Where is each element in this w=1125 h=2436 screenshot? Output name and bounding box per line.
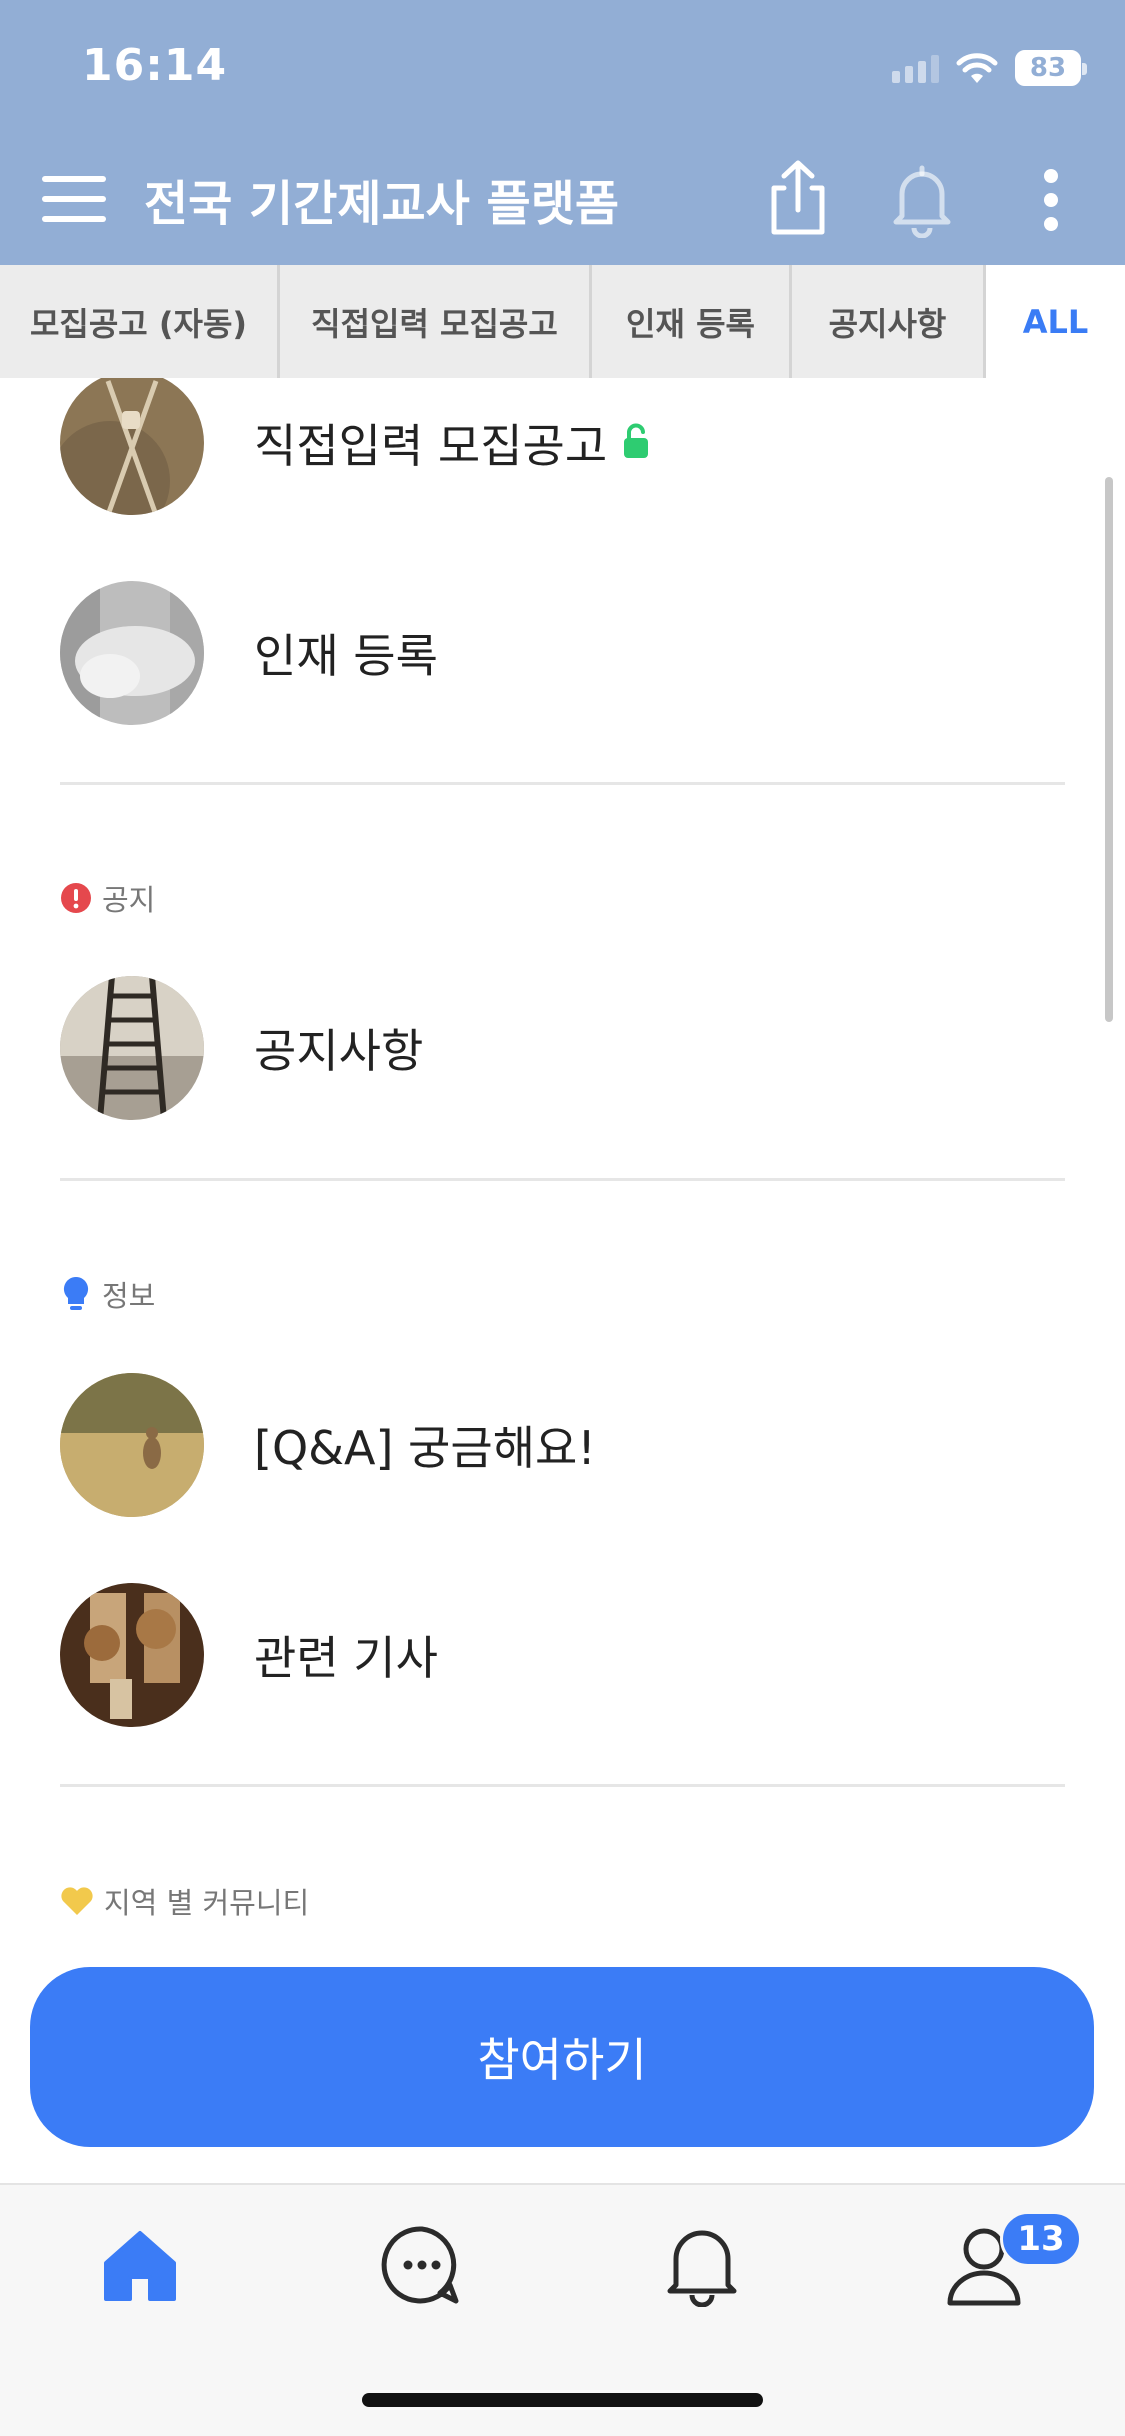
tab-manual-recruit[interactable]: 직접입력 모집공고 <box>280 265 592 378</box>
list-item-news[interactable]: 관련 기사 <box>60 1582 438 1728</box>
wifi-icon <box>956 53 998 83</box>
chat-icon[interactable] <box>372 2215 472 2315</box>
alert-icon <box>61 883 91 913</box>
lightbulb-icon <box>63 1276 89 1310</box>
scrollbar[interactable] <box>1105 477 1113 1022</box>
list-item-label: 직접입력 모집공고 <box>254 419 608 473</box>
list-item-label: [Q&A] 궁금해요! <box>254 1421 596 1475</box>
app-header: 16:14 83 전국 기간제교사 플랫폼 <box>0 0 1125 265</box>
board-avatar <box>60 1373 204 1517</box>
home-icon[interactable] <box>90 2215 190 2315</box>
section-divider <box>60 782 1065 785</box>
join-button[interactable]: 참여하기 <box>30 1967 1094 2147</box>
battery-icon: 83 <box>1015 50 1087 86</box>
section-divider <box>60 1784 1065 1787</box>
share-icon[interactable] <box>762 158 834 238</box>
tab-all[interactable]: ALL <box>986 265 1125 378</box>
list-item-notices[interactable]: 공지사항 <box>60 975 423 1121</box>
bell-icon[interactable] <box>886 158 958 239</box>
section-header-community: 지역 별 커뮤니티 <box>60 1880 309 1922</box>
notification-bell-icon[interactable] <box>652 2215 752 2315</box>
more-options-icon[interactable] <box>1026 158 1076 238</box>
category-tabs: 모집공고 (자동) 직접입력 모집공고 인재 등록 공지사항 ALL <box>0 265 1125 378</box>
list-item-label: 관련 기사 <box>254 1631 438 1685</box>
status-time: 16:14 <box>82 40 228 91</box>
cellular-signal-icon <box>892 53 939 83</box>
status-icons: 83 <box>892 46 1087 90</box>
board-avatar <box>60 378 204 515</box>
board-avatar <box>60 976 204 1120</box>
heart-icon <box>61 1887 93 1915</box>
list-item-manual-recruit[interactable]: 직접입력 모집공고 <box>60 378 651 516</box>
section-header-info: 정보 <box>60 1273 155 1315</box>
tab-auto-recruit[interactable]: 모집공고 (자동) <box>0 265 280 378</box>
section-header-notice: 공지 <box>60 877 155 919</box>
list-item-label: 공지사항 <box>254 1024 424 1078</box>
list-item-qna[interactable]: [Q&A] 궁금해요! <box>60 1372 596 1518</box>
board-avatar <box>60 1583 204 1727</box>
profile-badge: 13 <box>1000 2211 1082 2267</box>
tab-notices[interactable]: 공지사항 <box>792 265 986 378</box>
home-indicator <box>362 2393 763 2407</box>
page-title: 전국 기간제교사 플랫폼 <box>144 176 620 232</box>
section-divider <box>60 1178 1065 1181</box>
list-item-talent-register[interactable]: 인재 등록 <box>60 580 438 726</box>
tab-talent-register[interactable]: 인재 등록 <box>592 265 792 378</box>
unlock-icon <box>621 423 651 463</box>
battery-level: 83 <box>1029 53 1067 83</box>
list-item-label: 인재 등록 <box>254 629 438 683</box>
menu-icon[interactable] <box>42 176 106 222</box>
board-avatar <box>60 581 204 725</box>
